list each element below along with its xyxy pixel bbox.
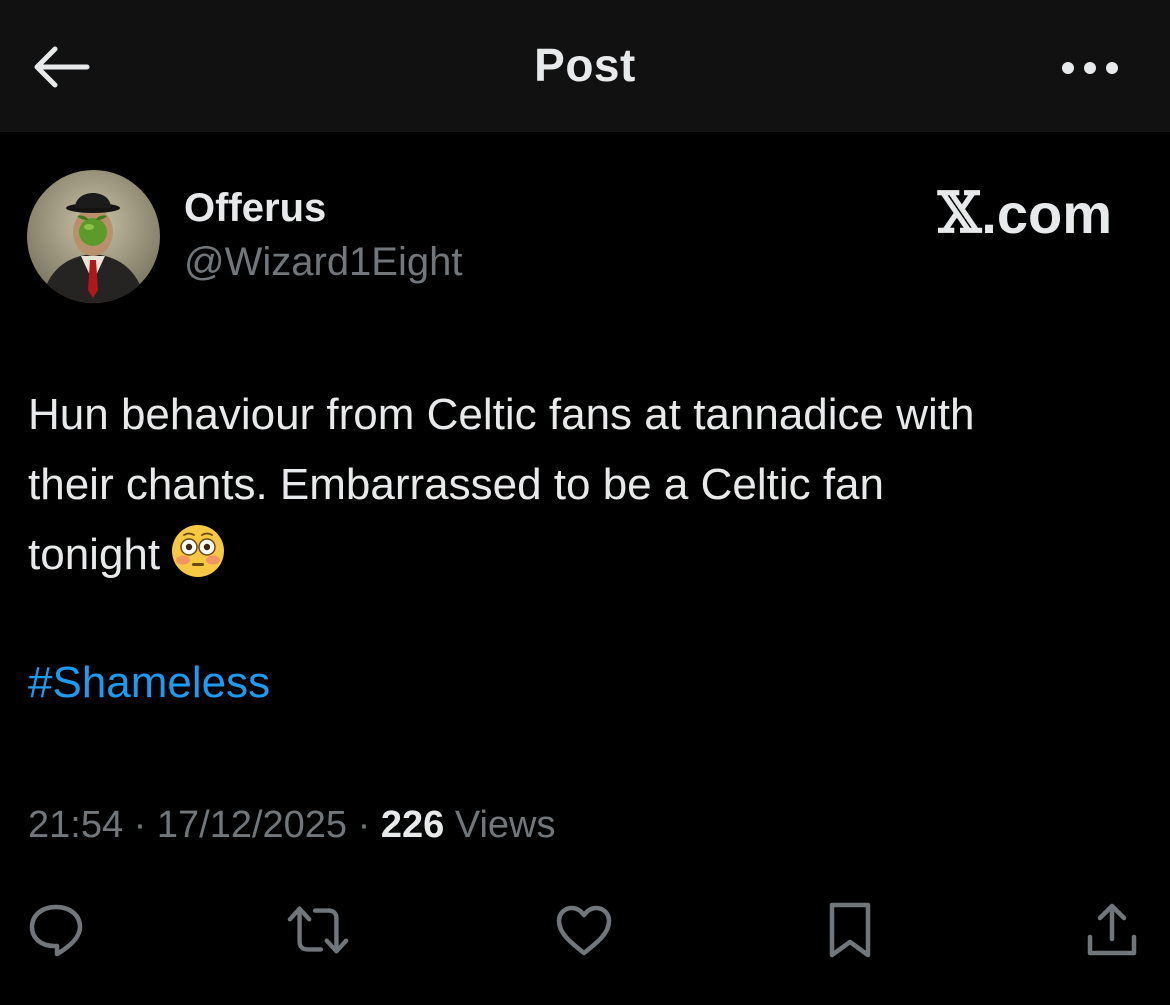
x-logo: 𝕏	[937, 180, 982, 246]
views-label[interactable]: Views	[455, 804, 556, 846]
post-line: Hun behaviour from Celtic fans at tannad…	[28, 390, 975, 439]
reply-button[interactable]	[24, 898, 88, 962]
flushed-face-emoji	[172, 525, 225, 577]
page-title: Post	[534, 39, 636, 91]
repost-button[interactable]	[286, 898, 350, 962]
more-horizontal-icon	[1062, 62, 1118, 74]
post-line: their chants. Embarrassed to be a Celtic…	[28, 460, 884, 509]
meta-separator: ·	[357, 804, 371, 846]
like-button[interactable]	[552, 898, 616, 962]
bookmark-icon	[829, 902, 871, 958]
bookmark-button[interactable]	[818, 898, 882, 962]
post-line-text: tonight	[28, 530, 161, 579]
hashtag-link[interactable]: #Shameless	[28, 658, 270, 708]
author-handle[interactable]: @Wizard1Eight	[184, 240, 462, 285]
post-text: Hun behaviour from Celtic fans at tannad…	[28, 380, 1153, 590]
more-options-button[interactable]	[1050, 44, 1130, 92]
heart-icon	[556, 905, 612, 956]
source-badge: 𝕏 .com	[938, 180, 1112, 246]
meta-separator: ·	[133, 804, 147, 846]
post-time: 21:54	[28, 804, 124, 846]
views-count[interactable]: 226	[381, 804, 444, 846]
avatar-image	[27, 170, 160, 303]
repost-icon	[287, 906, 349, 954]
post-line: tonight	[28, 520, 1153, 590]
post-meta: 21:54 · 17/12/2025 · 226 Views	[28, 804, 556, 847]
share-icon	[1087, 903, 1137, 956]
source-domain: .com	[981, 181, 1112, 245]
share-button[interactable]	[1080, 898, 1144, 962]
reply-icon	[29, 904, 83, 957]
post-date: 17/12/2025	[156, 804, 348, 846]
top-bar: Post	[0, 0, 1170, 132]
avatar[interactable]	[27, 170, 160, 303]
author-display-name[interactable]: Offerus	[184, 186, 326, 231]
